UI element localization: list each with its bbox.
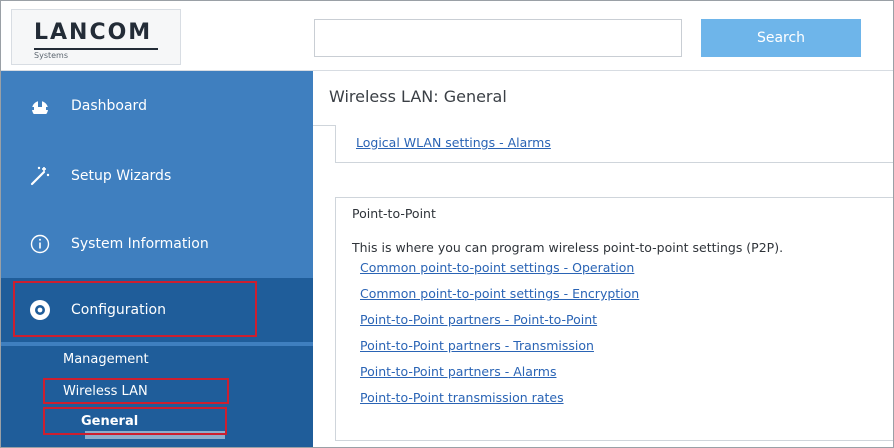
link-logical-wlan-alarms[interactable]: Logical WLAN settings - Alarms	[356, 135, 551, 150]
sidebar-item-label: Setup Wizards	[71, 168, 172, 184]
sidebar-item-system-information[interactable]: System Information	[1, 211, 313, 277]
subnav-item-management[interactable]: Management	[63, 352, 149, 367]
link-common-p2p-encryption[interactable]: Common point-to-point settings - Encrypt…	[360, 286, 639, 301]
search-button[interactable]: Search	[701, 19, 861, 57]
link-p2p-transmission-rates[interactable]: Point-to-Point transmission rates	[360, 390, 564, 405]
highlight-box-wireless-lan	[43, 378, 229, 404]
card-description: This is where you can program wireless p…	[352, 240, 784, 255]
page-title: Wireless LAN: General	[329, 87, 507, 106]
logo-underline	[34, 48, 158, 50]
logical-wlan-card: Logical WLAN settings - Alarms	[335, 125, 893, 163]
search-input[interactable]	[314, 19, 682, 57]
sidebar-item-label: System Information	[71, 236, 209, 252]
sidebar-item-dashboard[interactable]: Dashboard	[1, 73, 313, 139]
logo-subtitle: Systems	[34, 51, 68, 60]
link-p2p-partners-alarms[interactable]: Point-to-Point partners - Alarms	[360, 364, 557, 379]
brand-logo[interactable]: LANCOM Systems	[11, 9, 181, 65]
point-to-point-card: Point-to-Point This is where you can pro…	[335, 197, 893, 441]
link-common-p2p-operation[interactable]: Common point-to-point settings - Operati…	[360, 260, 634, 275]
app-window: LANCOM Systems Search Dashboard Setup Wi…	[0, 0, 894, 448]
highlight-box-configuration	[13, 281, 257, 337]
header: LANCOM Systems Search	[1, 1, 893, 71]
wand-icon	[27, 163, 53, 189]
card-title: Point-to-Point	[352, 206, 436, 221]
main-content: Wireless LAN: General Logical WLAN setti…	[313, 71, 893, 447]
logo-wordmark: LANCOM	[34, 20, 153, 45]
dashboard-icon	[27, 93, 53, 119]
highlight-box-general	[43, 407, 227, 435]
sidebar-item-label: Dashboard	[71, 98, 147, 114]
link-p2p-partners-transmission[interactable]: Point-to-Point partners - Transmission	[360, 338, 594, 353]
link-p2p-partners-point-to-point[interactable]: Point-to-Point partners - Point-to-Point	[360, 312, 597, 327]
sidebar-item-setup-wizards[interactable]: Setup Wizards	[1, 143, 313, 209]
info-icon	[27, 231, 53, 257]
